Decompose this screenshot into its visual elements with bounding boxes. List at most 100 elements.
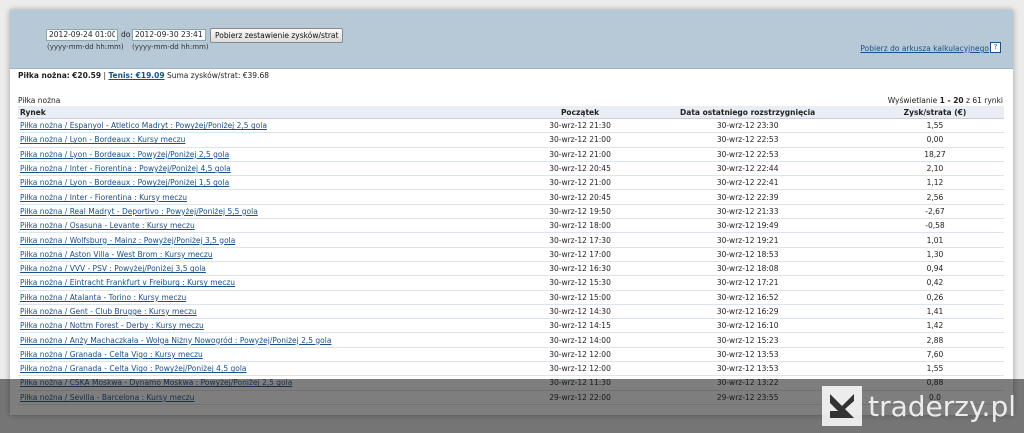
start-cell: 30-wrz-12 20:45 <box>530 189 630 205</box>
settled-cell: 30-wrz-12 22:41 <box>629 175 866 191</box>
export-spreadsheet-link[interactable]: Pobierz do arkusza kalkulacyjnego <box>860 44 989 53</box>
start-cell: 30-wrz-12 15:30 <box>530 275 630 291</box>
traderzy-logo-icon <box>822 386 863 426</box>
date-from-input[interactable] <box>46 29 118 41</box>
profit-cell: 2,10 <box>865 161 1004 177</box>
market-link[interactable]: Piłka nożna / Wolfsburg - Mainz : Powyże… <box>20 236 235 245</box>
paging-prefix: Wyświetlanie <box>887 96 940 105</box>
start-cell: 30-wrz-12 12:00 <box>530 347 630 363</box>
help-icon[interactable]: ? <box>990 42 1001 53</box>
profit-cell: 18,27 <box>865 147 1004 162</box>
header-market[interactable]: Rynek <box>18 106 531 119</box>
settled-cell: 30-wrz-12 18:08 <box>629 261 866 277</box>
market-cell: Piłka nożna / Anży Machaczkała - Wołga N… <box>18 332 531 348</box>
market-link[interactable]: Piłka nożna / Osasuna - Levante : Kursy … <box>20 221 195 230</box>
profit-cell: 0,26 <box>865 290 1004 305</box>
date-to-hint: (yyyy-mm-dd hh:mm) <box>132 43 209 51</box>
market-link[interactable]: Piłka nożna / Atalanta - Torino : Kursy … <box>20 293 186 302</box>
profit-cell: -2,67 <box>865 204 1004 220</box>
market-link[interactable]: Piłka nożna / Gent - Club Brugge : Kursy… <box>20 307 197 316</box>
filter-bar: do (yyyy-mm-dd hh:mm) (yyyy-mm-dd hh:mm)… <box>10 10 1013 69</box>
start-cell: 30-wrz-12 21:00 <box>530 175 630 191</box>
market-cell: Piłka nożna / Lyon - Bordeaux : Powyżej/… <box>18 147 531 162</box>
profit-cell: 0,42 <box>865 275 1004 291</box>
start-cell: 30-wrz-12 17:30 <box>530 232 630 248</box>
watermark-brand: traderzy.pl <box>868 389 1016 423</box>
start-cell: 30-wrz-12 15:00 <box>530 290 630 305</box>
table-row: Piłka nożna / Atalanta - Torino : Kursy … <box>18 290 1004 305</box>
date-to-input[interactable] <box>132 29 206 41</box>
total-summary-label: Suma zysków/strat: <box>166 71 241 80</box>
header-profit[interactable]: Zysk/strata (€) <box>865 106 1004 119</box>
table-row: Piłka nożna / Anży Machaczkała - Wołga N… <box>18 332 1004 348</box>
profit-cell: 1,41 <box>865 304 1004 320</box>
market-cell: Piłka nożna / Osasuna - Levante : Kursy … <box>18 218 531 234</box>
header-start[interactable]: Początek <box>530 106 630 119</box>
header-settled[interactable]: Data ostatniego rozstrzygnięcia <box>629 106 866 119</box>
market-link[interactable]: Piłka nożna / Real Madryt - Deportivo : … <box>20 207 258 216</box>
market-cell: Piłka nożna / Real Madryt - Deportivo : … <box>18 204 531 220</box>
profit-cell: 0,00 <box>865 132 1004 148</box>
settled-cell: 30-wrz-12 22:53 <box>629 132 866 148</box>
market-cell: Piłka nożna / Espanyol - Atletico Madryt… <box>18 118 531 134</box>
table-row: Piłka nożna / Lyon - Bordeaux : Powyżej/… <box>18 147 1004 162</box>
market-cell: Piłka nożna / Wolfsburg - Mainz : Powyże… <box>18 232 531 248</box>
profit-cell: -0,58 <box>865 218 1004 234</box>
market-cell: Piłka nożna / Aston Villa - West Brom : … <box>18 247 531 262</box>
date-from-hint: (yyyy-mm-dd hh:mm) <box>47 43 124 51</box>
market-link[interactable]: Piłka nożna / Granada - Celta Vigo : Pow… <box>20 364 247 373</box>
profit-cell: 1,55 <box>865 361 1004 377</box>
football-summary-label: Piłka nożna: <box>18 71 70 80</box>
market-cell: Piłka nożna / Nottm Forest - Derby : Kur… <box>18 318 531 334</box>
market-link[interactable]: Piłka nożna / Nottm Forest - Derby : Kur… <box>20 321 204 330</box>
start-cell: 30-wrz-12 14:30 <box>530 304 630 320</box>
market-link[interactable]: Piłka nożna / VVV - PSV : Powyżej/Poniże… <box>20 264 206 273</box>
market-link[interactable]: Piłka nożna / Lyon - Bordeaux : Powyżej/… <box>20 178 229 187</box>
table-row: Piłka nożna / Real Madryt - Deportivo : … <box>18 204 1004 220</box>
paging-info: Wyświetlanie 1 - 20 z 61 rynki <box>888 96 1003 105</box>
paging-suffix: z 61 rynki <box>963 96 1003 105</box>
report-window: do (yyyy-mm-dd hh:mm) (yyyy-mm-dd hh:mm)… <box>10 10 1013 415</box>
settled-cell: 30-wrz-12 16:29 <box>629 304 866 320</box>
table-row: Piłka nożna / Wolfsburg - Mainz : Powyże… <box>18 232 1004 248</box>
profit-cell: 2,88 <box>865 332 1004 348</box>
start-cell: 30-wrz-12 16:30 <box>530 261 630 277</box>
table-row: Piłka nożna / Eintracht Frankfurt v Frei… <box>18 275 1004 291</box>
start-cell: 30-wrz-12 19:50 <box>530 204 630 220</box>
get-report-button[interactable]: Pobierz zestawienie zysków/strat <box>210 28 344 43</box>
settled-cell: 30-wrz-12 13:53 <box>629 347 866 363</box>
summary-line: Piłka nożna: €20.59 | Tenis: €19.09 Suma… <box>18 71 270 80</box>
market-link[interactable]: Piłka nożna / Lyon - Bordeaux : Powyżej/… <box>20 150 229 159</box>
market-link[interactable]: Piłka nożna / Eintracht Frankfurt v Frei… <box>20 278 235 287</box>
start-cell: 30-wrz-12 21:30 <box>530 118 630 134</box>
market-link[interactable]: Piłka nożna / Anży Machaczkała - Wołga N… <box>20 336 331 345</box>
table-row: Piłka nożna / Aston Villa - West Brom : … <box>18 247 1004 262</box>
start-cell: 30-wrz-12 14:00 <box>530 332 630 348</box>
settled-cell: 30-wrz-12 17:21 <box>629 275 866 291</box>
table-row: Piłka nożna / Lyon - Bordeaux : Powyżej/… <box>18 175 1004 191</box>
table-row: Piłka nożna / Osasuna - Levante : Kursy … <box>18 218 1004 234</box>
market-link[interactable]: Piłka nożna / Espanyol - Atletico Madryt… <box>20 121 267 130</box>
settled-cell: 30-wrz-12 16:52 <box>629 290 866 305</box>
market-cell: Piłka nożna / Atalanta - Torino : Kursy … <box>18 290 531 305</box>
table-header-row: Rynek Początek Data ostatniego rozstrzyg… <box>18 106 1004 119</box>
start-cell: 30-wrz-12 12:00 <box>530 361 630 377</box>
table-row: Piłka nożna / Lyon - Bordeaux : Kursy me… <box>18 132 1004 148</box>
profit-cell: 1,42 <box>865 318 1004 334</box>
market-link[interactable]: Piłka nożna / Lyon - Bordeaux : Kursy me… <box>20 135 185 144</box>
market-link[interactable]: Piłka nożna / Inter - Fiorentina : Kursy… <box>20 193 187 202</box>
settled-cell: 30-wrz-12 23:30 <box>629 118 866 134</box>
paging-range: 1 - 20 <box>939 96 964 105</box>
table-row: Piłka nożna / Inter - Fiorentina : Kursy… <box>18 189 1004 205</box>
market-cell: Piłka nożna / Granada - Celta Vigo : Pow… <box>18 361 531 377</box>
table-row: Piłka nożna / Gent - Club Brugge : Kursy… <box>18 304 1004 320</box>
market-cell: Piłka nożna / Lyon - Bordeaux : Powyżej/… <box>18 175 531 191</box>
market-cell: Piłka nożna / Granada - Celta Vigo : Kur… <box>18 347 531 363</box>
profit-cell: 1,55 <box>865 118 1004 134</box>
market-link[interactable]: Piłka nożna / Inter - Fiorentina : Powyż… <box>20 164 231 173</box>
market-link[interactable]: Piłka nożna / Granada - Celta Vigo : Kur… <box>20 350 203 359</box>
profit-cell: 0,94 <box>865 261 1004 277</box>
tennis-summary-link[interactable]: Tenis: €19.09 <box>108 71 164 80</box>
settled-cell: 30-wrz-12 18:53 <box>629 247 866 262</box>
market-link[interactable]: Piłka nożna / Aston Villa - West Brom : … <box>20 250 213 259</box>
